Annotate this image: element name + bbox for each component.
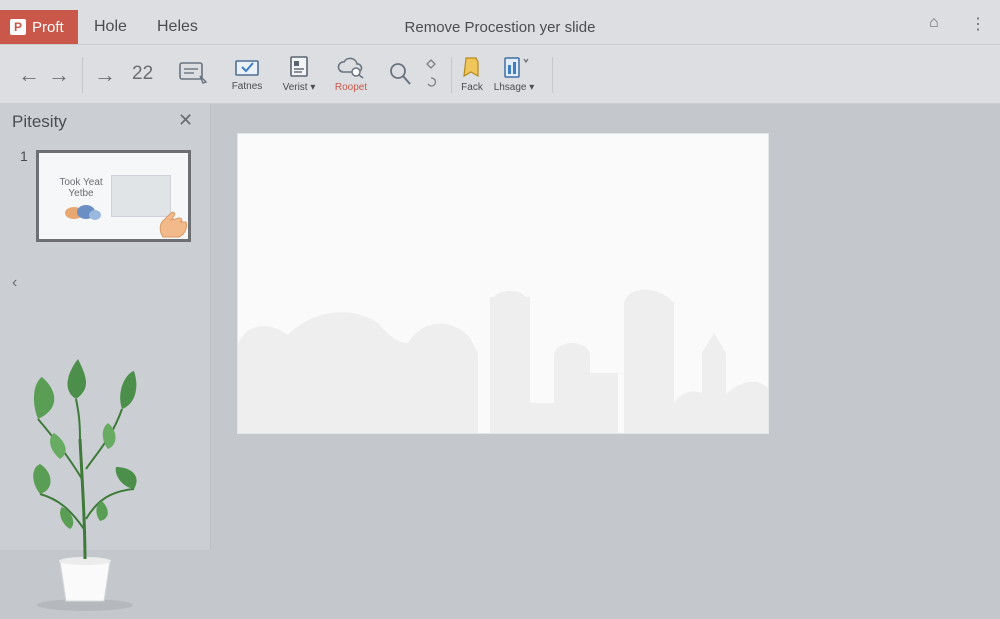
- powerpoint-logo-icon: P: [10, 19, 26, 35]
- thumbnail-illustration: [65, 205, 101, 220]
- diamond-arrows-icon: [426, 59, 437, 87]
- plant-illustration: [33, 359, 137, 611]
- toolbar-divider: [82, 57, 83, 93]
- menu-item-heles[interactable]: Heles: [157, 18, 198, 36]
- roopet-button[interactable]: Roopet: [330, 45, 372, 103]
- shape-tools[interactable]: [421, 45, 441, 103]
- magnifier-icon: [390, 63, 411, 85]
- city-skyline-illustration: [238, 289, 768, 433]
- lhsage-label: Lhsage: [493, 82, 527, 93]
- app-button[interactable]: P Proft: [0, 10, 78, 44]
- slide-number: 1: [20, 148, 28, 164]
- chevron-down-icon: ▾: [310, 82, 316, 93]
- fatnes-button[interactable]: Fatnes: [228, 45, 266, 103]
- roopet-label: Roopet: [334, 82, 368, 93]
- hand-icon: [159, 211, 187, 238]
- title-bar: P Proft Hole Heles Remove Procestion yer…: [0, 0, 1000, 45]
- comments-icon: [179, 62, 208, 84]
- slides-panel: Pitesity ✕ 1 Took Yeat Yetbe ‹: [0, 104, 211, 611]
- slide-canvas[interactable]: [238, 134, 768, 433]
- cloud-search-icon: [337, 57, 364, 79]
- back-arrow-icon[interactable]: ←: [18, 62, 40, 88]
- fack-button[interactable]: Fack: [456, 45, 488, 103]
- more-options-icon[interactable]: ⋮: [970, 14, 986, 34]
- collapse-panel-icon[interactable]: ‹: [12, 274, 17, 292]
- page-number[interactable]: 22: [132, 63, 153, 85]
- check-frame-icon: [235, 60, 259, 76]
- chart-icon: [504, 57, 529, 78]
- toolbar-divider: [552, 57, 553, 93]
- toolbar-divider: [451, 57, 452, 93]
- document-icon: [290, 56, 308, 77]
- fack-label: Fack: [461, 82, 483, 93]
- ribbon-toolbar: ← → → 22 Fatnes Verist ▾ Roopet Fack Lhs…: [0, 45, 1000, 104]
- document-title: Remove Procestion yer slide: [404, 19, 596, 36]
- bookmark-icon: [463, 57, 479, 78]
- thumbnail-title: Took Yeat Yetbe: [59, 177, 103, 199]
- lhsage-button[interactable]: Lhsage ▾: [488, 45, 540, 103]
- verist-button[interactable]: Verist ▾: [276, 45, 322, 103]
- fatnes-label: Fatnes: [231, 81, 263, 92]
- next-arrow-icon[interactable]: →: [94, 62, 116, 88]
- verist-label: Verist: [282, 82, 308, 93]
- app-label: Proft: [32, 18, 64, 36]
- chevron-down-icon: ▾: [529, 82, 535, 93]
- menu-item-hole[interactable]: Hole: [94, 18, 127, 36]
- home-icon[interactable]: ⌂: [929, 14, 939, 32]
- comments-button[interactable]: [176, 45, 212, 103]
- close-icon[interactable]: ✕: [178, 110, 193, 131]
- search-button[interactable]: [383, 45, 417, 103]
- forward-arrow-icon[interactable]: →: [48, 62, 70, 88]
- slide-thumbnail[interactable]: Took Yeat Yetbe: [36, 150, 191, 242]
- panel-title: Pitesity: [12, 112, 67, 131]
